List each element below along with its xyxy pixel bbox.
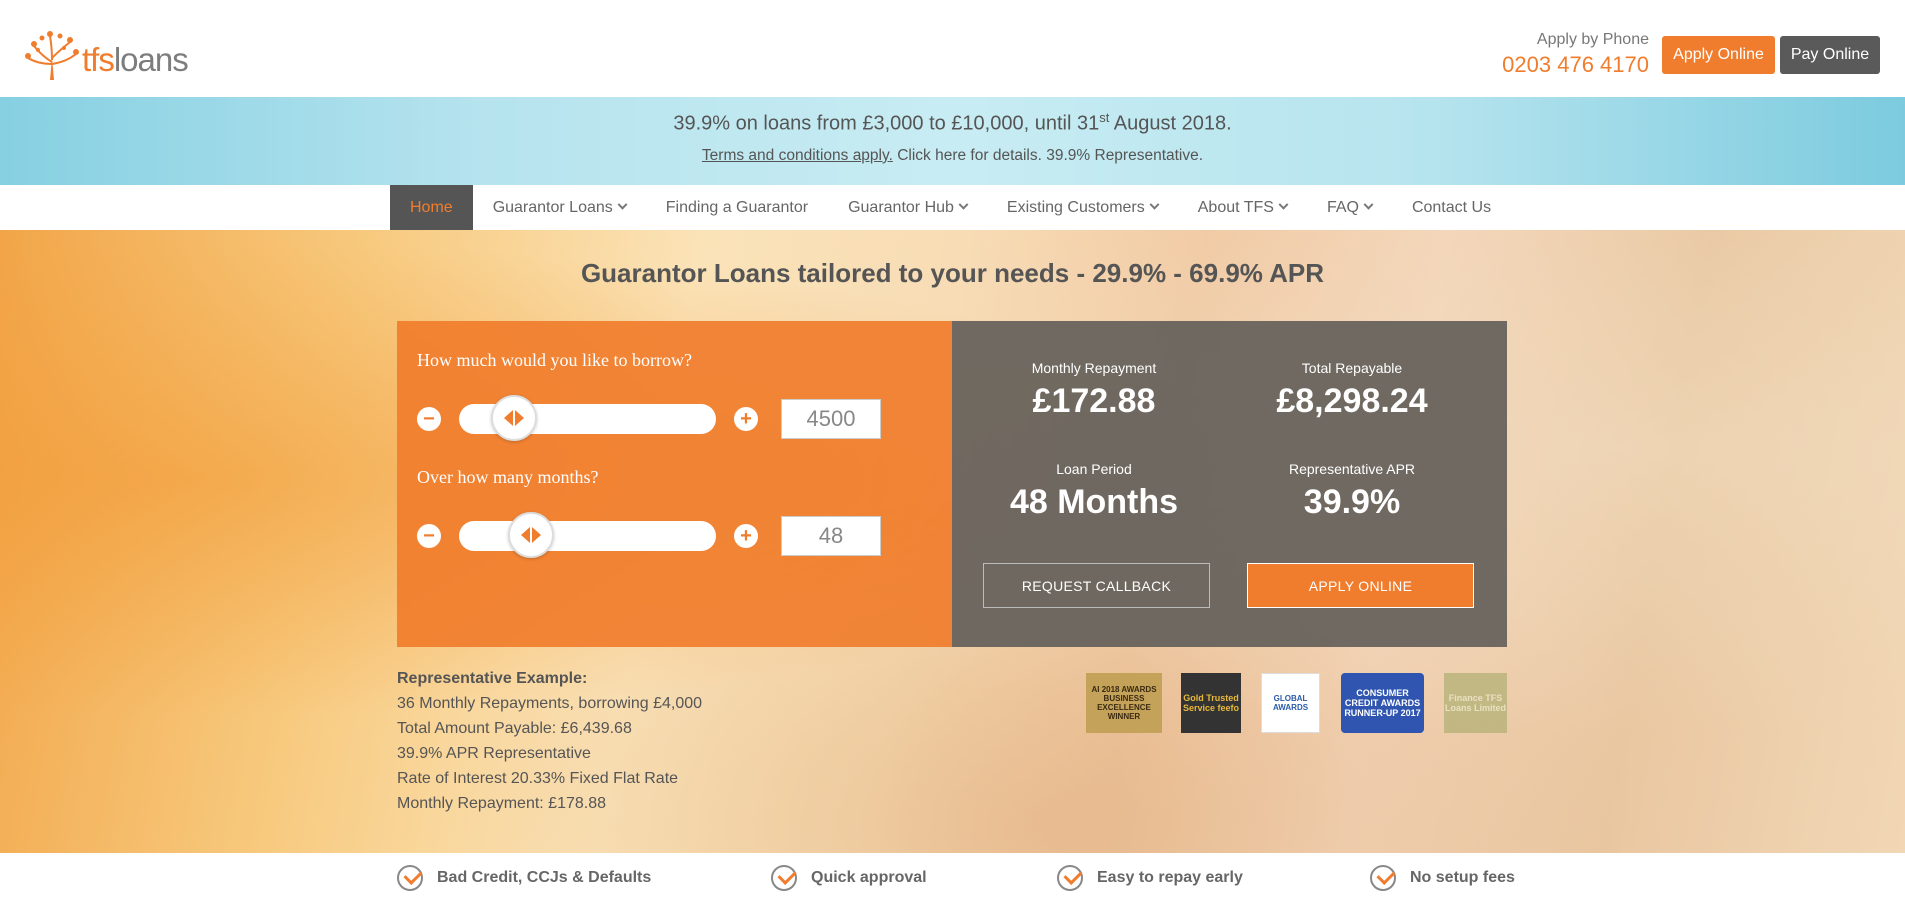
tfs-logo[interactable]: tfsloans	[24, 28, 189, 80]
logo-text-tfs: tfs	[82, 41, 115, 78]
feature-item: Easy to repay early	[1057, 865, 1243, 891]
representative-apr: Representative APR 39.9%	[1288, 461, 1416, 521]
apply-online-main-button[interactable]: APPLY ONLINE	[1247, 563, 1474, 608]
chevron-down-icon	[617, 199, 628, 210]
feature-item: Quick approval	[771, 865, 927, 891]
promo-headline: 39.9% on loans from £3,000 to £10,000, u…	[673, 110, 1232, 135]
chevron-down-icon	[1149, 199, 1160, 210]
tree-icon	[25, 31, 79, 80]
representative-title: Representative Example:	[397, 670, 588, 687]
nav-item-faq[interactable]: FAQ	[1307, 185, 1392, 230]
phone-number-link[interactable]: 0203 476 4170	[1502, 52, 1649, 78]
main-navigation: Home Guarantor Loans Finding a Guarantor Gu…	[0, 185, 1905, 230]
terms-link[interactable]: Terms and conditions apply.	[702, 147, 893, 164]
chevron-down-icon	[958, 199, 969, 210]
nav-item-about-tfs[interactable]: About TFS	[1178, 185, 1307, 230]
feefo-award-badge: Gold Trusted Service feefo	[1181, 673, 1241, 733]
check-icon	[771, 865, 797, 891]
borrow-slider[interactable]	[459, 395, 716, 441]
loan-calculator-results: Monthly Repayment £172.88 Total Repayabl…	[952, 321, 1507, 647]
loan-period: Loan Period 48 Months	[1009, 461, 1179, 521]
consumer-credit-award-badge: CONSUMER CREDIT AWARDS RUNNER-UP 2017	[1341, 673, 1424, 733]
total-repayable: Total Repayable £8,298.24	[1276, 360, 1428, 420]
check-icon	[397, 865, 423, 891]
logo-text-loans: loans	[113, 41, 189, 78]
finance-award-badge: Finance TFS Loans Limited	[1444, 673, 1507, 733]
rep-line: 39.9% APR Representative	[397, 745, 591, 762]
rep-line: Monthly Repayment: £178.88	[397, 795, 607, 812]
apply-online-button[interactable]: Apply Online	[1662, 36, 1775, 74]
hero-title: Guarantor Loans tailored to your needs -…	[580, 258, 1325, 288]
nav-item-home[interactable]: Home	[390, 185, 473, 230]
chevron-down-icon	[1363, 199, 1374, 210]
phone-label: Apply by Phone	[1536, 31, 1649, 48]
features-strip: Bad Credit, CCJs & Defaults Quick approv…	[0, 853, 1905, 898]
site-header: tfsloans Apply by Phone 0203 476 4170 Ap…	[0, 0, 1905, 97]
promo-banner[interactable]: 39.9% on loans from £3,000 to £10,000, u…	[0, 97, 1905, 185]
pay-online-button[interactable]: Pay Online	[1780, 36, 1880, 74]
rep-line: 36 Monthly Repayments, borrowing £4,000	[397, 695, 703, 712]
hero-section: Guarantor Loans tailored to your needs -…	[0, 230, 1905, 853]
borrow-plus-button[interactable]: +	[734, 407, 758, 431]
representative-example: Representative Example: 36 Monthly Repay…	[397, 666, 702, 816]
borrow-amount-input[interactable]: 4500	[781, 399, 881, 439]
global-award-badge: GLOBAL AWARDS	[1261, 673, 1320, 733]
rep-line: Total Amount Payable: £6,439.68	[397, 720, 632, 737]
months-plus-button[interactable]: +	[734, 524, 758, 548]
request-callback-button[interactable]: REQUEST CALLBACK	[983, 563, 1210, 608]
months-question: Over how many months?	[417, 467, 599, 487]
check-icon	[1057, 865, 1083, 891]
promo-details: Terms and conditions apply. Click here f…	[701, 146, 1204, 164]
phone-contact: Apply by Phone 0203 476 4170	[1502, 31, 1649, 78]
feature-item: Bad Credit, CCJs & Defaults	[397, 865, 651, 891]
ai-award-badge: AI 2018 AWARDS BUSINESS EXCELLENCE WINNE…	[1086, 673, 1162, 733]
borrow-question: How much would you like to borrow?	[417, 350, 692, 370]
nav-item-existing-customers[interactable]: Existing Customers	[987, 185, 1178, 230]
borrow-slider-handle[interactable]	[490, 395, 537, 441]
monthly-repayment: Monthly Repayment £172.88	[1031, 360, 1157, 420]
months-minus-button[interactable]: −	[417, 524, 441, 548]
months-slider[interactable]	[459, 512, 716, 558]
check-icon	[1370, 865, 1396, 891]
borrow-minus-button[interactable]: −	[417, 407, 441, 431]
nav-item-guarantor-hub[interactable]: Guarantor Hub	[828, 185, 987, 230]
feature-item: No setup fees	[1370, 865, 1515, 891]
months-slider-handle[interactable]	[507, 512, 554, 558]
loan-calculator-inputs: How much would you like to borrow? − + 4…	[397, 321, 952, 647]
months-input[interactable]: 48	[781, 516, 881, 556]
chevron-down-icon	[1278, 199, 1289, 210]
nav-item-guarantor-loans[interactable]: Guarantor Loans	[473, 185, 646, 230]
rep-line: Rate of Interest 20.33% Fixed Flat Rate	[397, 770, 679, 787]
nav-item-contact-us[interactable]: Contact Us	[1392, 185, 1511, 230]
nav-item-finding-a-guarantor[interactable]: Finding a Guarantor	[646, 185, 828, 230]
